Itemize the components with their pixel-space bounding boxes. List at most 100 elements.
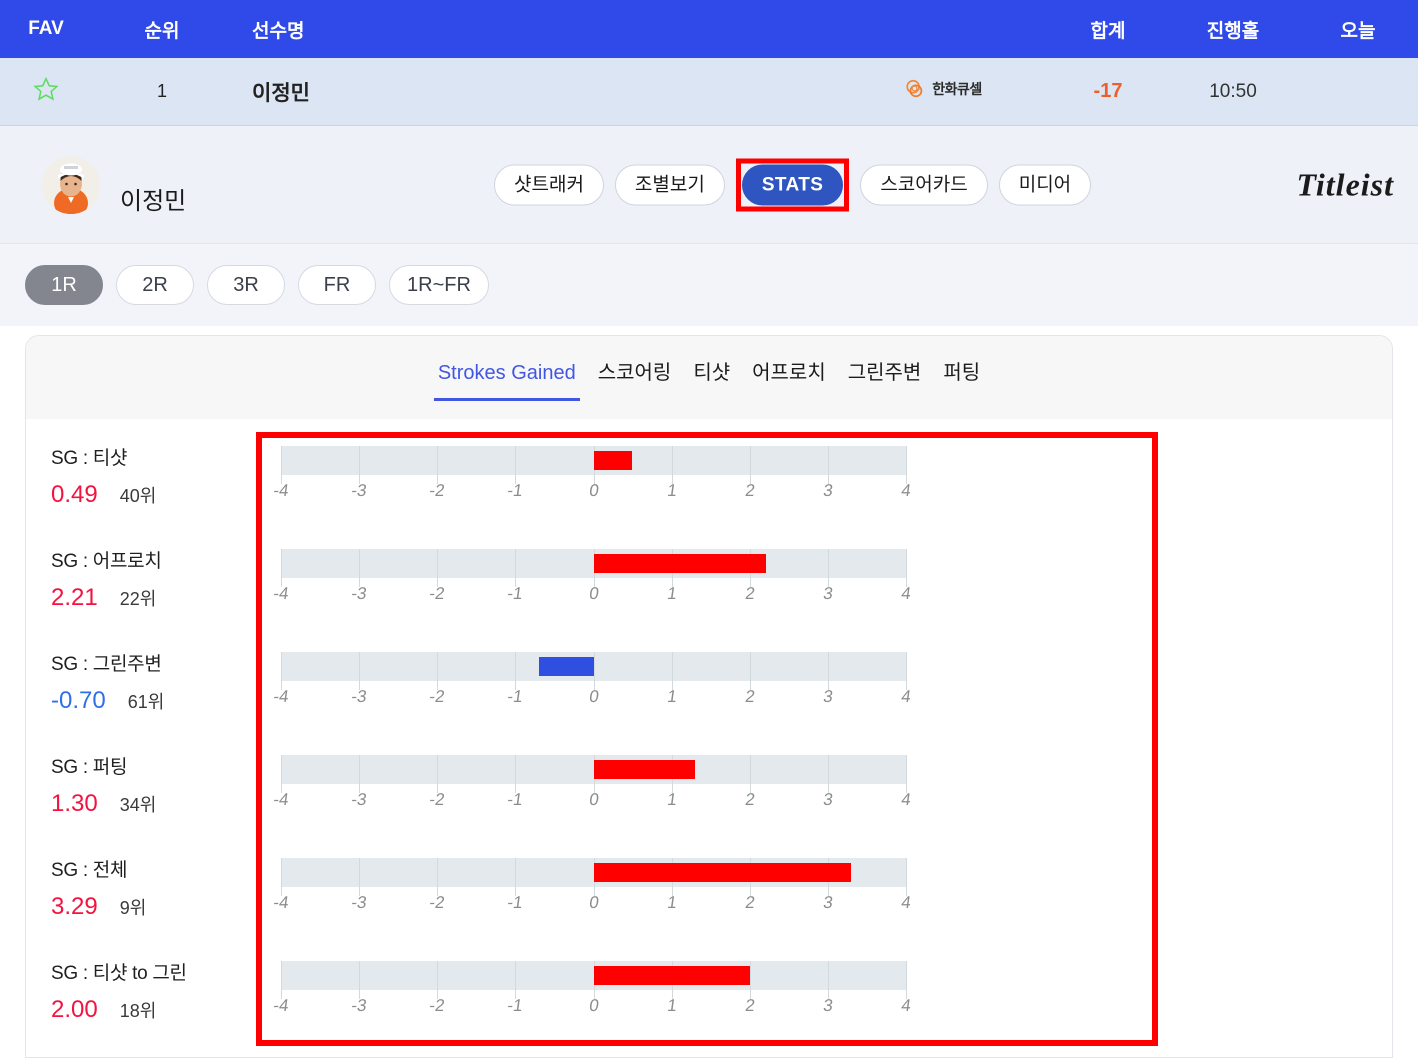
axis-tick-label: -1 [506,481,525,500]
star-outline-icon[interactable] [33,76,59,107]
sg-axis-ticks: -4 -3 -2 -1 0 1 2 3 4 [272,992,912,1022]
round-tab-1r-fr[interactable]: 1R~FR [389,265,489,305]
axis-tick-label: 3 [821,893,835,912]
sg-axis-ticks: -4 -3 -2 -1 0 1 2 3 4 [272,683,912,713]
sg-bar-track [281,961,907,999]
axis-tick-label: 1 [665,790,678,809]
column-header-rank: 순위 [144,20,180,42]
axis-tick-label: 0 [587,996,600,1015]
sg-value: 1.30 [51,790,98,817]
sg-bar-chart: -4 -3 -2 -1 0 1 2 3 4 [272,532,912,610]
sg-row: SG : 그린주변 -0.70 61위 -4 -3 -2 -1 0 1 2 3 4 [26,635,1392,738]
round-selector: 1R 2R 3R FR 1R~FR [0,244,1418,326]
axis-tick-label: 2 [743,481,756,500]
sg-label-column: SG : 티샷 0.49 40위 [26,429,281,509]
axis-tick-label: -3 [350,687,369,706]
axis-tick-label: -1 [506,687,525,706]
sg-value: 0.49 [51,481,98,508]
sg-category-label: SG : 퍼팅 [51,757,128,778]
tab-around-green[interactable]: 그린주변 [848,363,922,393]
sg-label-column: SG : 퍼팅 1.30 34위 [26,738,281,818]
axis-tick-label: 4 [900,481,913,500]
round-tab-2r[interactable]: 2R [116,265,194,305]
axis-tick-label: 1 [665,996,678,1015]
round-tab-fr[interactable]: FR [298,265,376,305]
axis-tick-label: -1 [506,790,525,809]
player-name-cell[interactable]: 이정민 [232,77,482,107]
sg-bar-track [281,549,907,587]
axis-tick-label: 2 [743,790,756,809]
hanwha-qcells-logo-icon [904,78,926,100]
nav-button-stats[interactable]: STATS [741,164,844,205]
round-tab-1r[interactable]: 1R [25,265,103,305]
axis-tick-label: -3 [350,996,369,1015]
axis-tick-label: 2 [743,687,756,706]
axis-tick-label: -2 [428,481,447,500]
axis-tick-label: 1 [665,481,678,500]
axis-tick-label: -3 [350,584,369,603]
column-header-today: 오늘 [1340,20,1376,42]
sg-axis-ticks: -4 -3 -2 -1 0 1 2 3 4 [272,786,912,816]
axis-tick-label: -1 [506,893,525,912]
axis-tick-label: 2 [743,584,756,603]
axis-tick-label: -4 [272,481,290,500]
axis-tick-label: -2 [428,687,447,706]
tab-strokes-gained[interactable]: Strokes Gained [433,363,580,401]
sg-value: -0.70 [51,687,106,714]
player-detail-bar: 이정민 샷트래커 조별보기 STATS 스코어카드 미디어 Titleist [0,126,1418,244]
favorite-toggle[interactable] [0,76,92,108]
gridline [906,858,907,896]
player-avatar[interactable] [42,155,100,214]
axis-tick-label: 4 [900,893,913,912]
nav-button-scorecard[interactable]: 스코어카드 [860,164,988,205]
leaderboard-header: FAV 순위 선수명 합계 진행홀 오늘 [0,0,1418,58]
sg-bar-chart: -4 -3 -2 -1 0 1 2 3 4 [272,738,912,816]
tab-scoring[interactable]: 스코어링 [598,363,672,393]
nav-button-shot-tracker[interactable]: 샷트래커 [494,164,604,205]
axis-tick-label: -4 [272,584,290,603]
nav-button-group-view[interactable]: 조별보기 [614,164,725,205]
sg-value-row: 1.30 34위 [51,790,281,818]
axis-tick-label: 1 [665,893,678,912]
axis-tick-label: 4 [900,790,913,809]
sg-bar [593,451,632,470]
gridline [906,446,907,484]
stat-category-tabs: Strokes Gained 스코어링 티샷 어프로치 그린주변 퍼팅 [26,336,1392,419]
axis-tick-label: -1 [506,996,525,1015]
sg-bar-track [281,446,907,484]
axis-tick-label: 4 [900,996,913,1015]
sg-rank: 34위 [119,795,157,815]
gridline [906,652,907,690]
sg-bar-track [281,858,907,896]
column-header-holes: 진행홀 [1206,20,1260,42]
leaderboard-row[interactable]: 1 이정민 한화큐셀 -17 10:50 [0,58,1418,126]
sg-row: SG : 티샷 to 그린 2.00 18위 -4 -3 -2 -1 0 1 2 3 4 [26,944,1392,1047]
sg-label-column: SG : 티샷 to 그린 2.00 18위 [26,944,281,1024]
gridline [906,961,907,999]
sg-row: SG : 어프로치 2.21 22위 -4 -3 -2 -1 0 1 2 3 4 [26,532,1392,635]
sg-bar-chart: -4 -3 -2 -1 0 1 2 3 4 [272,841,912,919]
sponsor-name: 한화큐셀 [932,80,982,97]
axis-tick-label: 3 [821,687,835,706]
tab-tee-shot[interactable]: 티샷 [693,363,730,393]
axis-tick-label: 0 [587,687,600,706]
sg-bar-chart: -4 -3 -2 -1 0 1 2 3 4 [272,944,912,1022]
player-detail-name: 이정민 [120,188,187,215]
sponsor-cell: 한화큐셀 [838,78,1048,106]
axis-tick-label: 2 [743,996,756,1015]
sg-label-column: SG : 어프로치 2.21 22위 [26,532,281,612]
axis-tick-label: 1 [665,584,678,603]
nav-button-media[interactable]: 미디어 [998,164,1092,205]
sg-value-row: 2.21 22위 [51,584,281,612]
tab-approach[interactable]: 어프로치 [752,363,826,393]
column-header-fav: FAV [28,18,64,39]
round-tab-3r[interactable]: 3R [207,265,285,305]
tab-putting[interactable]: 퍼팅 [943,363,980,393]
axis-tick-label: -2 [428,790,447,809]
sg-value-row: 0.49 40위 [51,481,281,509]
tee-time-value: 10:50 [1209,80,1257,102]
axis-tick-label: -4 [272,687,290,706]
axis-tick-label: -2 [428,893,447,912]
sg-value: 3.29 [51,893,98,920]
axis-tick-label: -4 [272,790,290,809]
